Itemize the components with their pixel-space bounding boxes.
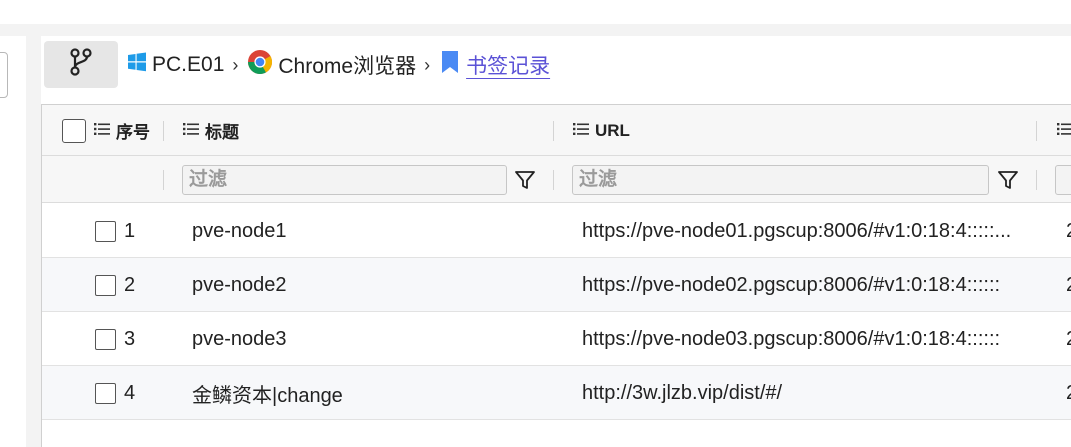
breadcrumb-item-pc[interactable]: PC.E01 xyxy=(127,52,224,78)
breadcrumb-label-bookmarks[interactable]: 书签记录 xyxy=(466,50,550,80)
column-divider xyxy=(553,170,554,190)
breadcrumb-separator: › xyxy=(232,54,239,75)
bookmark-icon xyxy=(439,49,461,81)
row-checkbox[interactable] xyxy=(95,382,116,404)
row-index-cell: 3 xyxy=(95,312,135,366)
header-label-url: URL xyxy=(595,120,630,140)
row-index: 4 xyxy=(124,381,136,404)
header-label-index: 序号 xyxy=(116,123,150,142)
row-checkbox[interactable] xyxy=(95,274,116,296)
row-index: 2 xyxy=(124,273,136,296)
column-divider xyxy=(163,170,164,190)
row-title: 金鳞资本|change xyxy=(192,384,343,407)
table-row[interactable]: 4 金鳞资本|change http://3w.jlzb.vip/dist/#/… xyxy=(42,366,1071,420)
header-url[interactable]: URL xyxy=(573,105,630,156)
breadcrumb-label-pc: PC.E01 xyxy=(152,53,225,76)
header-label-title: 标题 xyxy=(205,123,239,142)
row-title: pve-node2 xyxy=(192,273,287,296)
row-index-cell: 4 xyxy=(95,366,135,420)
breadcrumb-item-bookmarks[interactable]: 书签记录 xyxy=(439,49,550,81)
filter-icon[interactable] xyxy=(997,169,1019,196)
list-icon xyxy=(1057,121,1071,141)
row-url: https://pve-node03.pgscup:8006/#v1:0:18:… xyxy=(582,327,1001,350)
row-partial-value: 2 xyxy=(1066,312,1071,366)
table-row[interactable]: 3 pve-node3 https://pve-node03.pgscup:80… xyxy=(42,312,1071,366)
top-band xyxy=(0,0,1071,24)
column-divider[interactable] xyxy=(1036,121,1037,141)
row-partial-value: 2 xyxy=(1066,258,1071,312)
row-url: https://pve-node02.pgscup:8006/#v1:0:18:… xyxy=(582,273,1001,296)
header-index[interactable]: 序号 xyxy=(62,105,150,156)
breadcrumb-separator: › xyxy=(424,54,431,75)
windows-icon xyxy=(127,52,147,78)
filter-icon[interactable] xyxy=(514,169,536,196)
row-index: 3 xyxy=(124,327,136,350)
select-all-checkbox[interactable] xyxy=(62,118,86,143)
header-title[interactable]: 标题 xyxy=(183,105,239,156)
row-checkbox[interactable] xyxy=(95,220,116,242)
url-filter-input[interactable]: 过滤 xyxy=(572,165,989,195)
table-row[interactable]: 1 pve-node1 https://pve-node01.pgscup:80… xyxy=(42,204,1071,258)
row-index: 1 xyxy=(124,219,136,242)
row-checkbox[interactable] xyxy=(95,328,116,350)
bookmarks-table: 序号 标题 URL 过滤 过滤 1 pve-node1 https://pve-… xyxy=(41,104,1071,447)
breadcrumb-label-chrome: Chrome浏览器 xyxy=(278,55,417,78)
title-filter-input[interactable]: 过滤 xyxy=(182,165,507,195)
row-partial-value: 2 xyxy=(1066,204,1071,258)
branch-button[interactable] xyxy=(44,41,118,88)
partial-filter-input[interactable] xyxy=(1055,165,1071,195)
header-partial-column[interactable] xyxy=(1057,105,1071,156)
chrome-icon xyxy=(247,49,273,81)
breadcrumb: PC.E01 › Chrome浏览器 › 书签记录 xyxy=(127,48,550,82)
column-divider xyxy=(1036,170,1037,190)
list-icon xyxy=(183,121,199,141)
row-url: https://pve-node01.pgscup:8006/#v1:0:18:… xyxy=(582,219,1012,242)
column-divider[interactable] xyxy=(163,121,164,141)
table-row[interactable]: 2 pve-node2 https://pve-node02.pgscup:80… xyxy=(42,258,1071,312)
breadcrumb-item-chrome[interactable]: Chrome浏览器 xyxy=(247,49,416,81)
row-title: pve-node1 xyxy=(192,219,287,242)
list-icon xyxy=(94,121,110,141)
row-url: http://3w.jlzb.vip/dist/#/ xyxy=(582,381,783,404)
column-divider[interactable] xyxy=(553,121,554,141)
left-panel-input[interactable] xyxy=(0,52,8,98)
row-index-cell: 2 xyxy=(95,258,135,312)
row-index-cell: 1 xyxy=(95,204,135,258)
row-partial-value: 2 xyxy=(1066,366,1071,420)
list-icon xyxy=(573,121,589,141)
table-header: 序号 标题 URL xyxy=(42,105,1071,156)
git-branch-icon xyxy=(68,47,94,82)
filter-row: 过滤 过滤 xyxy=(42,156,1071,203)
row-title: pve-node3 xyxy=(192,327,287,350)
